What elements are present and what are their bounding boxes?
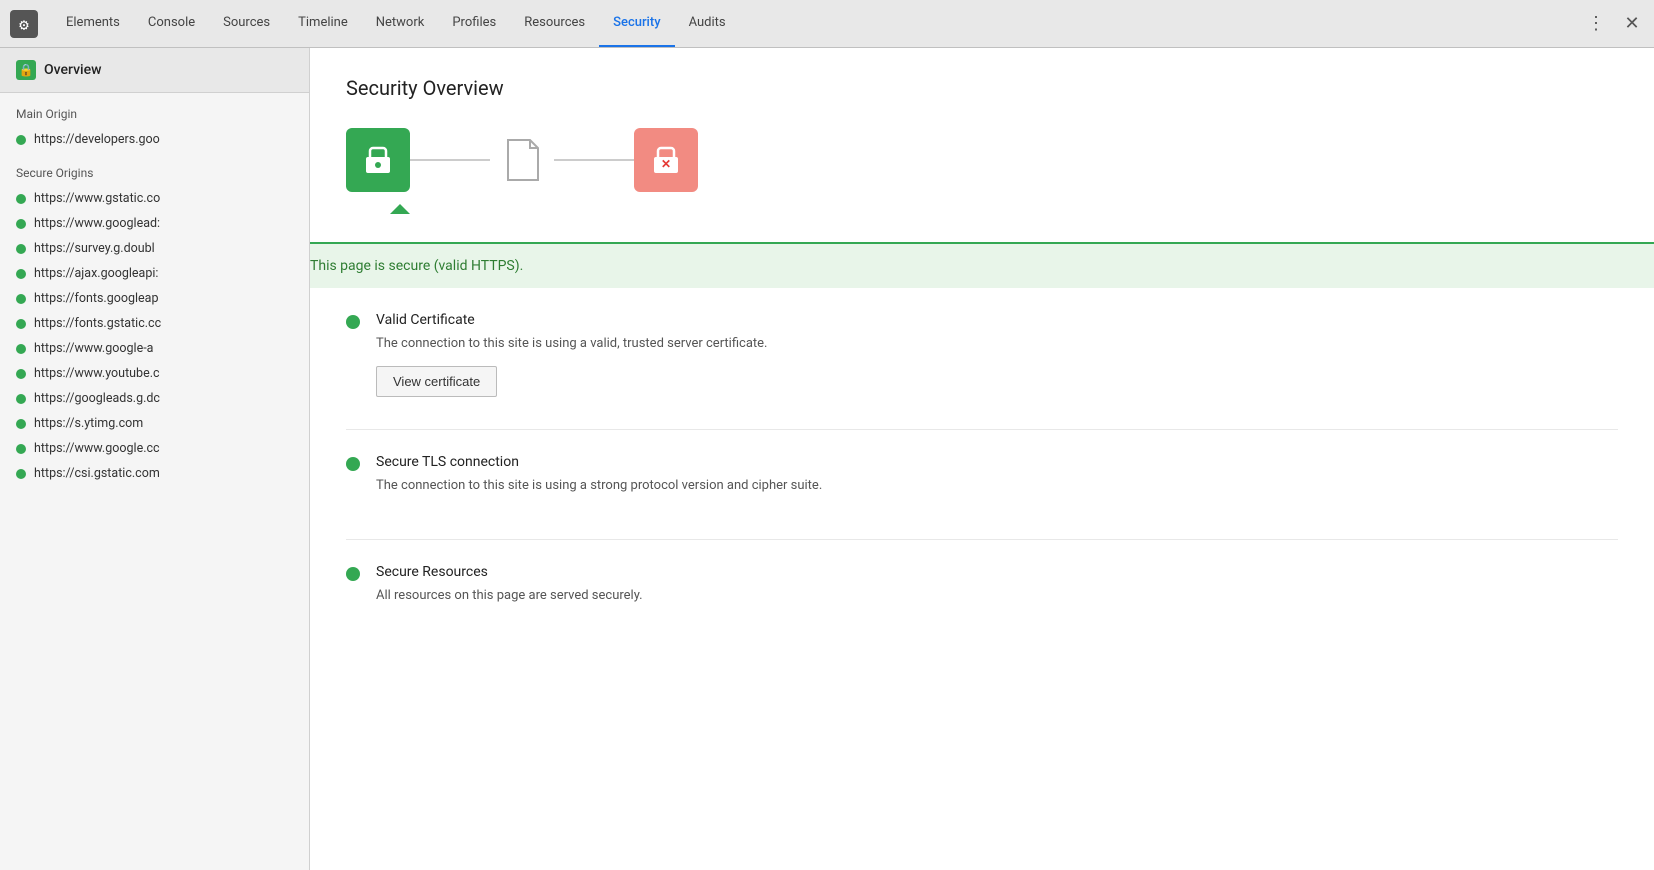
origin-dot-6 — [16, 344, 26, 354]
diagram-line-2 — [554, 159, 634, 161]
security-diagram: ✕ — [346, 128, 1618, 204]
origin-dot-2 — [16, 244, 26, 254]
origin-item-7[interactable]: https://www.youtube.c — [0, 361, 309, 386]
origin-item-6[interactable]: https://www.google-a — [0, 336, 309, 361]
secure-node-icon — [346, 128, 410, 192]
main-layout: 🔒 Overview Main Origin https://developer… — [0, 48, 1654, 870]
origin-item-4[interactable]: https://fonts.googleap — [0, 286, 309, 311]
origin-item-2[interactable]: https://survey.g.doubl — [0, 236, 309, 261]
toolbar: ⚙ Elements Console Sources Timeline Netw… — [0, 0, 1654, 48]
sidebar-overview[interactable]: 🔒 Overview — [0, 48, 309, 93]
valid-cert-title: Valid Certificate — [376, 312, 768, 328]
security-items-list: Valid Certificate The connection to this… — [346, 288, 1618, 618]
security-details: Valid Certificate The connection to this… — [310, 288, 1654, 678]
secure-resources-desc: All resources on this page are served se… — [376, 586, 643, 606]
tab-network[interactable]: Network — [362, 0, 439, 47]
origin-dot-5 — [16, 319, 26, 329]
secure-tls-dot — [346, 457, 360, 471]
origin-url-8: https://googleads.g.dc — [34, 391, 160, 406]
origin-item-11[interactable]: https://csi.gstatic.com — [0, 461, 309, 486]
toolbar-tabs: Elements Console Sources Timeline Networ… — [52, 0, 817, 47]
origin-dot-7 — [16, 369, 26, 379]
origin-dot-0 — [16, 194, 26, 204]
origin-item-3[interactable]: https://ajax.googleapi: — [0, 261, 309, 286]
diagram-arrow — [368, 204, 1618, 214]
tab-profiles[interactable]: Profiles — [438, 0, 510, 47]
main-origin-url: https://developers.goo — [34, 132, 160, 147]
devtools-logo: ⚙ — [8, 8, 40, 40]
svg-text:✕: ✕ — [661, 157, 671, 171]
origin-dot-1 — [16, 219, 26, 229]
origin-item-9[interactable]: https://s.ytimg.com — [0, 411, 309, 436]
origin-dot-11 — [16, 469, 26, 479]
origin-dot-10 — [16, 444, 26, 454]
tab-resources[interactable]: Resources — [510, 0, 599, 47]
view-certificate-button[interactable]: View certificate — [376, 366, 497, 397]
tab-console[interactable]: Console — [134, 0, 209, 47]
origin-dot-main — [16, 135, 26, 145]
origin-url-9: https://s.ytimg.com — [34, 416, 143, 431]
origin-url-6: https://www.google-a — [34, 341, 153, 356]
origin-url-7: https://www.youtube.c — [34, 366, 160, 381]
origin-item-1[interactable]: https://www.googlead: — [0, 211, 309, 236]
overview-lock-icon: 🔒 — [16, 60, 36, 80]
main-origin-header: Main Origin — [0, 93, 309, 127]
tab-security[interactable]: Security — [599, 0, 674, 47]
origin-url-11: https://csi.gstatic.com — [34, 466, 160, 481]
origin-dot-3 — [16, 269, 26, 279]
insecure-node-icon: ✕ — [634, 128, 698, 192]
origin-url-0: https://www.gstatic.co — [34, 191, 160, 206]
origin-item-5[interactable]: https://fonts.gstatic.cc — [0, 311, 309, 336]
tab-audits[interactable]: Audits — [675, 0, 740, 47]
origin-dot-9 — [16, 419, 26, 429]
origin-dot-4 — [16, 294, 26, 304]
secure-resources-dot — [346, 567, 360, 581]
divider-2 — [346, 539, 1618, 540]
overview-label: Overview — [44, 62, 101, 78]
close-button[interactable]: ✕ — [1618, 10, 1646, 38]
divider-1 — [346, 429, 1618, 430]
origin-dot-8 — [16, 394, 26, 404]
secure-resources-item: Secure Resources All resources on this p… — [346, 564, 1618, 618]
page-title: Security Overview — [346, 76, 1618, 100]
origin-url-1: https://www.googlead: — [34, 216, 160, 231]
secure-tls-content: Secure TLS connection The connection to … — [376, 454, 822, 508]
origin-url-10: https://www.google.cc — [34, 441, 160, 456]
toolbar-actions: ⋮ ✕ — [1582, 10, 1646, 38]
valid-cert-content: Valid Certificate The connection to this… — [376, 312, 768, 397]
sidebar: 🔒 Overview Main Origin https://developer… — [0, 48, 310, 870]
svg-text:⚙: ⚙ — [19, 15, 29, 34]
valid-cert-dot — [346, 315, 360, 329]
origin-url-2: https://survey.g.doubl — [34, 241, 155, 256]
secure-message: This page is secure (valid HTTPS). — [310, 258, 523, 274]
more-options-button[interactable]: ⋮ — [1582, 10, 1610, 38]
diagram-line-1 — [410, 159, 490, 161]
content-inner: Security Overview — [310, 48, 1654, 242]
secure-tls-item: Secure TLS connection The connection to … — [346, 454, 1618, 508]
content-area: Security Overview — [310, 48, 1654, 870]
origin-url-5: https://fonts.gstatic.cc — [34, 316, 161, 331]
origin-item-0[interactable]: https://www.gstatic.co — [0, 186, 309, 211]
origin-url-3: https://ajax.googleapi: — [34, 266, 158, 281]
valid-certificate-item: Valid Certificate The connection to this… — [346, 312, 1618, 397]
secure-tls-desc: The connection to this site is using a s… — [376, 476, 822, 496]
tab-sources[interactable]: Sources — [209, 0, 284, 47]
origin-item-8[interactable]: https://googleads.g.dc — [0, 386, 309, 411]
secure-origins-header: Secure Origins — [0, 152, 309, 186]
tab-elements[interactable]: Elements — [52, 0, 134, 47]
tab-timeline[interactable]: Timeline — [284, 0, 362, 47]
origin-item-10[interactable]: https://www.google.cc — [0, 436, 309, 461]
document-node-icon — [490, 128, 554, 192]
secure-banner: This page is secure (valid HTTPS). — [310, 242, 1654, 288]
secure-resources-content: Secure Resources All resources on this p… — [376, 564, 643, 618]
valid-cert-desc: The connection to this site is using a v… — [376, 334, 768, 354]
secure-resources-title: Secure Resources — [376, 564, 643, 580]
secure-tls-title: Secure TLS connection — [376, 454, 822, 470]
main-origin-item[interactable]: https://developers.goo — [0, 127, 309, 152]
origin-url-4: https://fonts.googleap — [34, 291, 159, 306]
